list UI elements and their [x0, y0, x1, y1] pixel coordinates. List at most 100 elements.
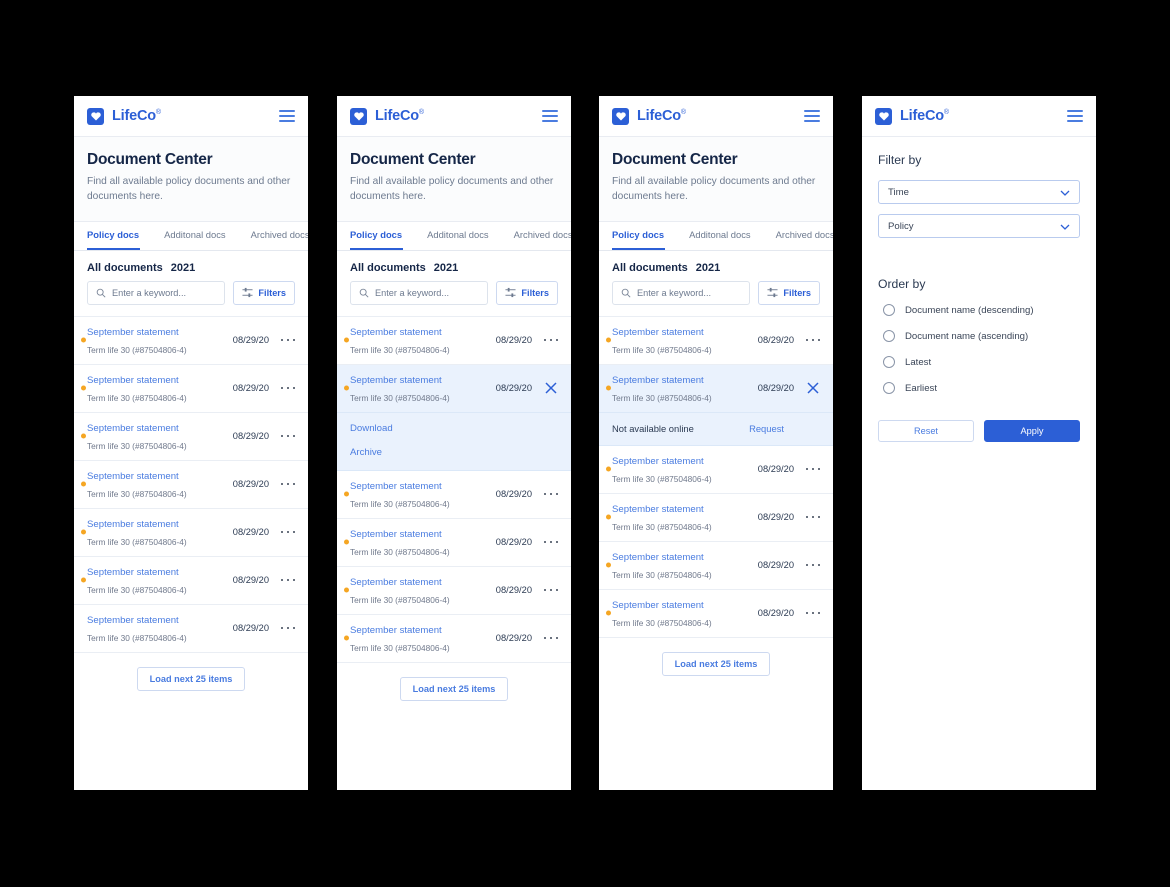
- document-title[interactable]: September statement: [612, 375, 704, 386]
- table-row-selected[interactable]: September statement Term life 30 (#87504…: [599, 364, 833, 413]
- radio-document-name-ascending[interactable]: Document name (ascending): [878, 330, 1080, 342]
- tab-additional-docs[interactable]: Additonal docs: [164, 222, 227, 250]
- table-row[interactable]: September statement Term life 30 (#87504…: [74, 604, 308, 653]
- document-title[interactable]: September statement: [350, 481, 442, 492]
- table-row[interactable]: September statement Term life 30 (#87504…: [74, 508, 308, 557]
- radio-circle-icon: [883, 304, 895, 316]
- tab-additional-docs[interactable]: Additonal docs: [427, 222, 490, 250]
- more-options-icon[interactable]: [806, 515, 820, 519]
- more-options-icon[interactable]: [281, 434, 295, 438]
- filters-button[interactable]: Filters: [496, 280, 558, 305]
- search-input[interactable]: Enter a keyword...: [350, 280, 489, 305]
- table-row[interactable]: September statement Term life 30 (#87504…: [599, 316, 833, 365]
- load-next-button[interactable]: Load next 25 items: [136, 666, 246, 691]
- more-options-icon[interactable]: [544, 338, 558, 342]
- load-more-row: Load next 25 items: [74, 653, 308, 691]
- radio-earliest[interactable]: Earliest: [878, 382, 1080, 394]
- table-row[interactable]: September statement Term life 30 (#87504…: [337, 316, 571, 365]
- table-row-selected[interactable]: September statement Term life 30 (#87504…: [337, 364, 571, 413]
- more-options-icon[interactable]: [806, 338, 820, 342]
- load-next-button[interactable]: Load next 25 items: [661, 651, 771, 676]
- hamburger-icon[interactable]: [542, 110, 558, 122]
- load-more-row: Load next 25 items: [599, 638, 833, 676]
- document-title[interactable]: September statement: [612, 552, 704, 563]
- document-title[interactable]: September statement: [87, 375, 179, 386]
- table-row[interactable]: September statement Term life 30 (#87504…: [74, 412, 308, 461]
- more-options-icon[interactable]: [281, 626, 295, 630]
- more-options-icon[interactable]: [544, 540, 558, 544]
- apply-button[interactable]: Apply: [984, 420, 1080, 442]
- table-row[interactable]: September statement Term life 30 (#87504…: [74, 316, 308, 365]
- hamburger-icon[interactable]: [279, 110, 295, 122]
- table-row[interactable]: September statement Term life 30 (#87504…: [337, 518, 571, 567]
- document-title[interactable]: September statement: [87, 327, 179, 338]
- document-title[interactable]: September statement: [350, 625, 442, 636]
- reset-button[interactable]: Reset: [878, 420, 974, 442]
- document-title[interactable]: September statement: [612, 456, 704, 467]
- filters-button[interactable]: Filters: [758, 280, 820, 305]
- table-row[interactable]: September statement Term life 30 (#87504…: [337, 566, 571, 615]
- more-options-icon[interactable]: [281, 530, 295, 534]
- radio-document-name-descending[interactable]: Document name (descending): [878, 304, 1080, 316]
- policy-select[interactable]: Policy: [878, 214, 1080, 238]
- more-options-icon[interactable]: [544, 636, 558, 640]
- tab-archived-docs[interactable]: Archived docs: [514, 222, 571, 250]
- hamburger-icon[interactable]: [1067, 110, 1083, 122]
- more-options-icon[interactable]: [281, 386, 295, 390]
- document-info: September statement Term life 30 (#87504…: [612, 451, 758, 487]
- document-subtitle: Term life 30 (#87504806-4): [350, 595, 450, 606]
- table-row[interactable]: September statement Term life 30 (#87504…: [337, 614, 571, 663]
- table-row[interactable]: September statement Term life 30 (#87504…: [599, 493, 833, 542]
- tab-archived-docs[interactable]: Archived docs: [776, 222, 833, 250]
- more-options-icon[interactable]: [544, 588, 558, 592]
- document-date: 08/29/20: [232, 431, 269, 442]
- load-next-button[interactable]: Load next 25 items: [399, 676, 509, 701]
- document-title[interactable]: September statement: [612, 327, 704, 338]
- search-input[interactable]: Enter a keyword...: [87, 280, 226, 305]
- document-title[interactable]: September statement: [87, 519, 179, 530]
- time-select[interactable]: Time: [878, 180, 1080, 204]
- not-available-label: Not available online: [612, 423, 694, 435]
- document-title[interactable]: September statement: [87, 567, 179, 578]
- document-title[interactable]: September statement: [612, 600, 704, 611]
- close-icon[interactable]: [806, 381, 820, 395]
- tab-archived-docs[interactable]: Archived docs: [251, 222, 308, 250]
- tab-additional-docs[interactable]: Additonal docs: [689, 222, 752, 250]
- document-title[interactable]: September statement: [350, 577, 442, 588]
- table-row[interactable]: September statement Term life 30 (#87504…: [74, 556, 308, 605]
- more-options-icon[interactable]: [806, 611, 820, 615]
- tab-policy-docs[interactable]: Policy docs: [350, 222, 404, 250]
- table-row[interactable]: September statement Term life 30 (#87504…: [599, 589, 833, 638]
- tab-policy-docs[interactable]: Policy docs: [612, 222, 666, 250]
- document-title[interactable]: September statement: [350, 375, 442, 386]
- search-icon: [621, 288, 631, 298]
- archive-action[interactable]: Archive: [350, 447, 558, 458]
- close-icon[interactable]: [544, 381, 558, 395]
- radio-label: Latest: [905, 356, 932, 368]
- more-options-icon[interactable]: [806, 563, 820, 567]
- document-title[interactable]: September statement: [87, 423, 179, 434]
- request-action[interactable]: Request: [749, 423, 784, 434]
- document-title[interactable]: September statement: [350, 327, 442, 338]
- table-row[interactable]: September statement Term life 30 (#87504…: [74, 364, 308, 413]
- document-title[interactable]: September statement: [612, 504, 704, 515]
- table-row[interactable]: September statement Term life 30 (#87504…: [74, 460, 308, 509]
- more-options-icon[interactable]: [281, 578, 295, 582]
- table-row[interactable]: September statement Term life 30 (#87504…: [599, 541, 833, 590]
- document-title[interactable]: September statement: [350, 529, 442, 540]
- download-action[interactable]: Download: [350, 423, 558, 434]
- more-options-icon[interactable]: [806, 467, 820, 471]
- document-title[interactable]: September statement: [87, 615, 179, 626]
- table-row[interactable]: September statement Term life 30 (#87504…: [337, 470, 571, 519]
- hamburger-icon[interactable]: [804, 110, 820, 122]
- tab-policy-docs[interactable]: Policy docs: [87, 222, 141, 250]
- lifeco-heart-logo-icon: [87, 107, 104, 125]
- search-input[interactable]: Enter a keyword...: [612, 280, 751, 305]
- filters-button[interactable]: Filters: [233, 280, 295, 305]
- radio-latest[interactable]: Latest: [878, 356, 1080, 368]
- more-options-icon[interactable]: [281, 482, 295, 486]
- more-options-icon[interactable]: [544, 492, 558, 496]
- more-options-icon[interactable]: [281, 338, 295, 342]
- document-title[interactable]: September statement: [87, 471, 179, 482]
- table-row[interactable]: September statement Term life 30 (#87504…: [599, 445, 833, 494]
